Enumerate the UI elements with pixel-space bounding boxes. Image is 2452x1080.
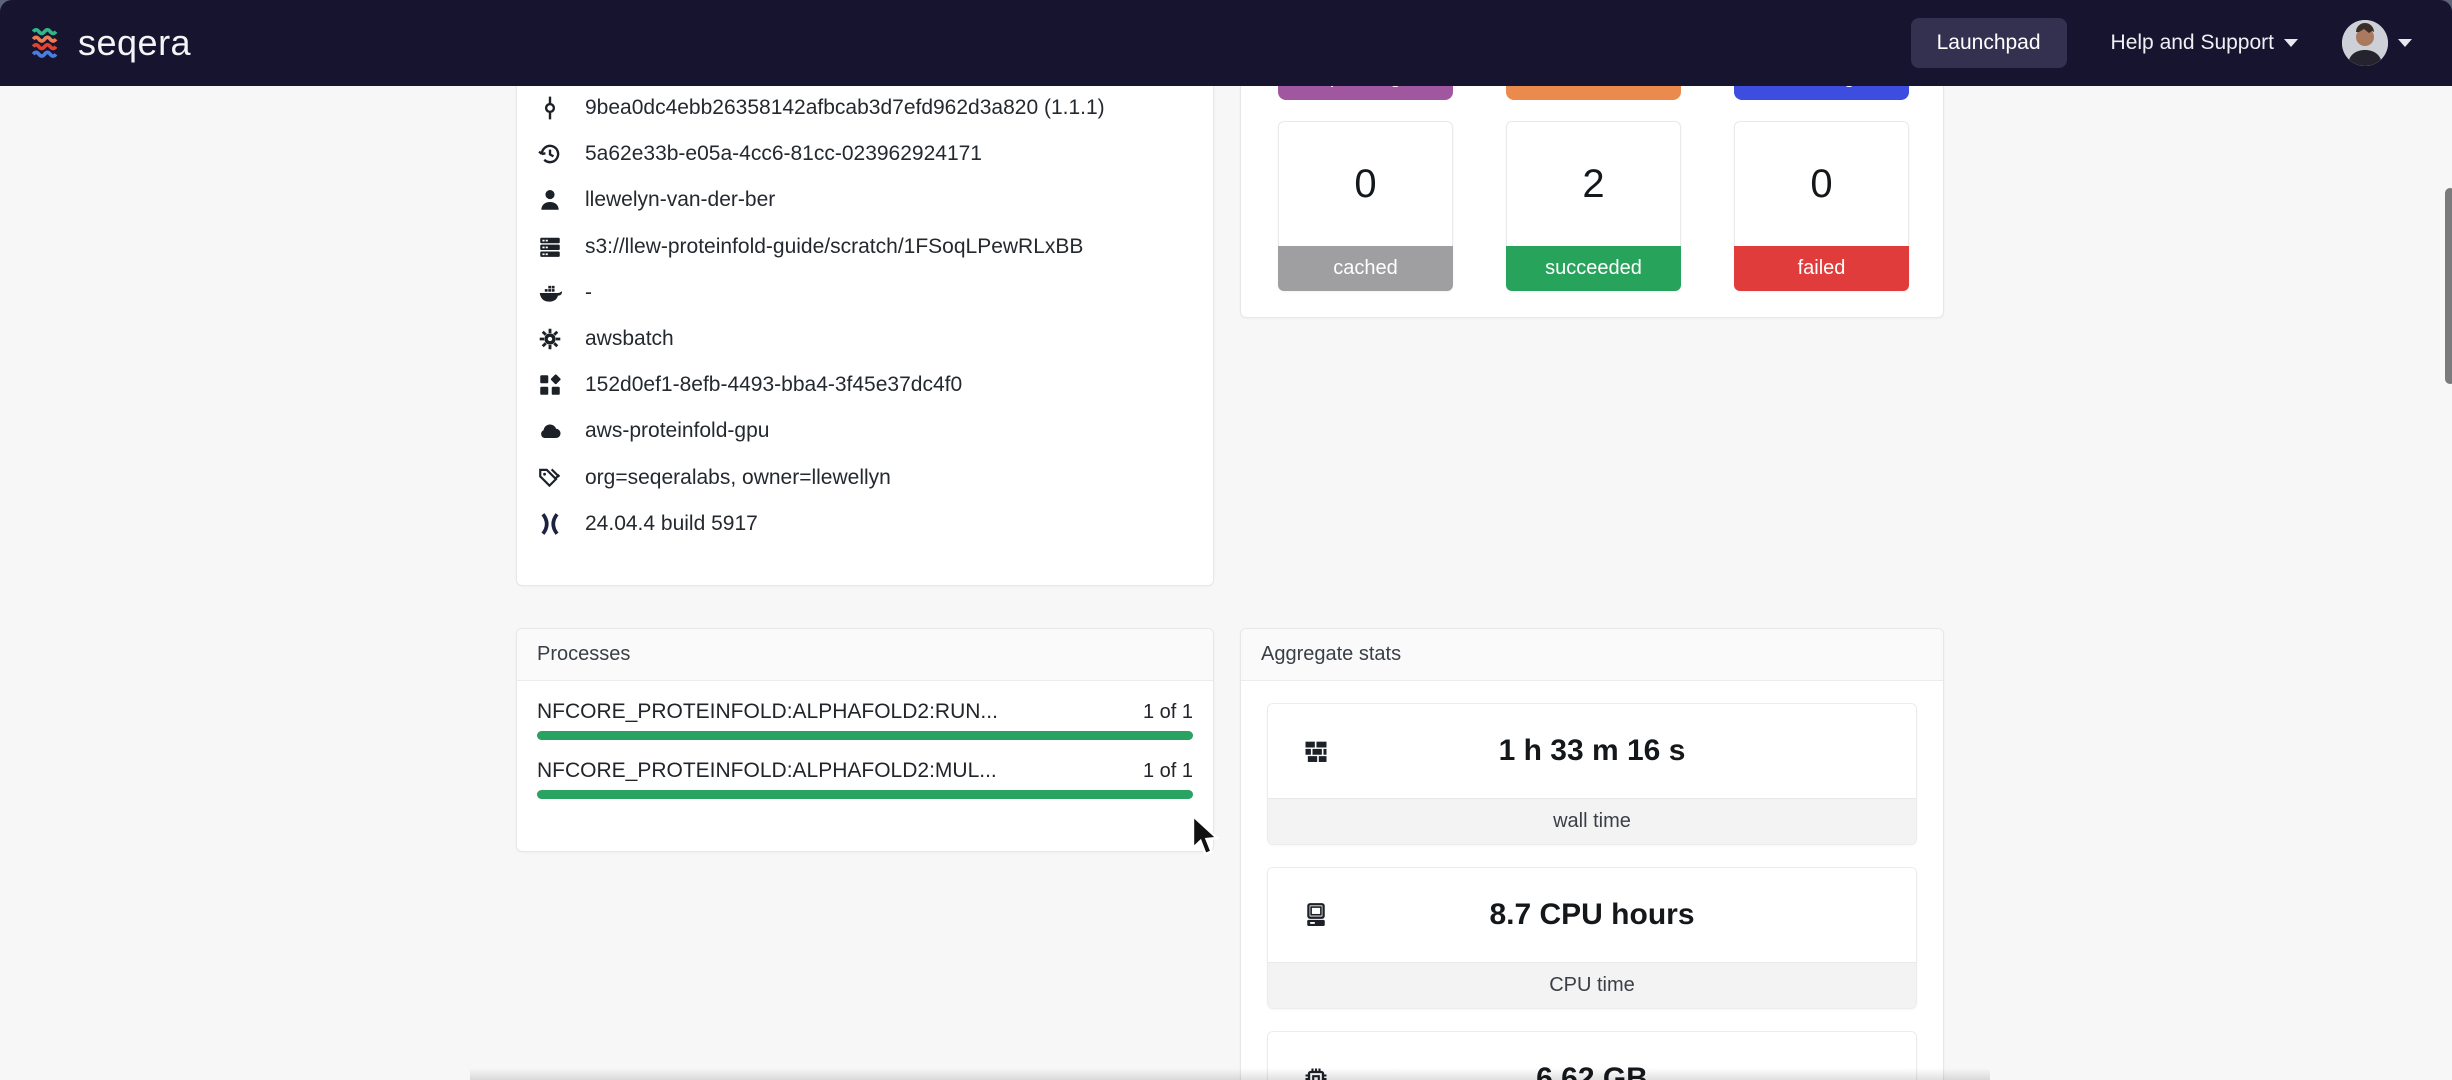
metadata-row: awsbatch: [537, 316, 1193, 362]
stat-card-cpu-time: 8.7 CPU hours CPU time: [1267, 867, 1917, 1009]
metadata-row: aws-proteinfold-gpu: [537, 408, 1193, 454]
tags-icon: [537, 465, 563, 491]
metadata-row: org=seqeralabs, owner=llewellyn: [537, 455, 1193, 501]
window-bottom-shadow: [470, 1068, 1990, 1080]
vertical-scrollbar-thumb[interactable]: [2445, 188, 2452, 384]
user-icon: [537, 187, 563, 213]
workdir-value: s3://llew-proteinfold-guide/scratch/1FSo…: [585, 235, 1083, 259]
labels-value: org=seqeralabs, owner=llewellyn: [585, 466, 891, 490]
avatar-image: [2342, 20, 2388, 66]
computer-icon: [1302, 901, 1330, 929]
compute-env-id-value: 152d0ef1-8efb-4493-bba4-3f45e37dc4f0: [585, 373, 962, 397]
avatar: [2342, 20, 2388, 66]
process-name: NFCORE_PROTEINFOLD:ALPHAFOLD2:MUL...: [537, 759, 997, 783]
help-and-support-menu[interactable]: Help and Support: [2111, 31, 2298, 55]
status-label: failed: [1798, 257, 1846, 280]
metadata-row: -: [537, 270, 1193, 316]
nextflow-version-value: 24.04.4 build 5917: [585, 512, 758, 536]
aggregate-stats-card: Aggregate stats 1 h 33 m 16 s wall time …: [1240, 628, 1944, 1080]
status-bar-label: submitted: [1550, 86, 1637, 89]
progress-track: [537, 790, 1193, 799]
succeeded-count: 2: [1506, 121, 1681, 246]
status-bar-label: pending: [1330, 86, 1401, 89]
executor-value: awsbatch: [585, 327, 674, 351]
status-bar-running[interactable]: running: [1734, 86, 1909, 100]
bricks-icon: [1302, 737, 1330, 765]
server-icon: [537, 234, 563, 260]
metadata-row: 9bea0dc4ebb26358142afbcab3d7efd962d3a820…: [537, 86, 1193, 131]
metadata-row: 24.04.4 build 5917: [537, 501, 1193, 547]
status-bars-clipped: pending submitted running: [1241, 86, 1943, 100]
process-count: 1 of 1: [1143, 760, 1193, 783]
user-menu[interactable]: [2342, 20, 2412, 66]
help-and-support-label: Help and Support: [2111, 31, 2274, 55]
failed-count: 0: [1734, 121, 1909, 246]
metadata-row: 152d0ef1-8efb-4493-bba4-3f45e37dc4f0: [537, 362, 1193, 408]
launchpad-button[interactable]: Launchpad: [1911, 18, 2067, 68]
stat-card-wall-time: 1 h 33 m 16 s wall time: [1267, 703, 1917, 845]
container-value: -: [585, 281, 592, 305]
process-row[interactable]: NFCORE_PROTEINFOLD:ALPHAFOLD2:RUN... 1 o…: [537, 695, 1193, 740]
metadata-row: 5a62e33b-e05a-4cc6-81cc-023962924171: [537, 131, 1193, 177]
cloud-icon: [537, 418, 563, 444]
failed-label: failed: [1734, 246, 1909, 291]
status-card-cached[interactable]: 0 cached: [1278, 121, 1453, 291]
top-navbar: seqera Launchpad Help and Support: [0, 0, 2452, 86]
compute-env-name-value: aws-proteinfold-gpu: [585, 419, 769, 443]
status-label: cached: [1333, 257, 1398, 280]
history-icon: [537, 141, 563, 167]
process-count: 1 of 1: [1143, 701, 1193, 724]
cpu-time-label: CPU time: [1268, 962, 1916, 1008]
commit-id-value: 9bea0dc4ebb26358142afbcab3d7efd962d3a820…: [585, 96, 1105, 120]
app-window: seqera Launchpad Help and Support: [0, 0, 2452, 1080]
wall-time-label: wall time: [1268, 798, 1916, 844]
docker-icon: [537, 280, 563, 306]
process-name: NFCORE_PROTEINFOLD:ALPHAFOLD2:RUN...: [537, 700, 998, 724]
git-commit-icon: [537, 95, 563, 121]
seqera-logo-icon: [28, 26, 64, 60]
progress-bar: [537, 790, 1193, 799]
run-metadata-card: 9bea0dc4ebb26358142afbcab3d7efd962d3a820…: [516, 86, 1214, 586]
status-card-failed[interactable]: 0 failed: [1734, 121, 1909, 291]
status-card-succeeded[interactable]: 2 succeeded: [1506, 121, 1681, 291]
launch-user-value: llewelyn-van-der-ber: [585, 188, 775, 212]
tasks-status-card: pending submitted running 0 cached 2 suc…: [1240, 86, 1944, 318]
cached-label: cached: [1278, 246, 1453, 291]
session-id-value: 5a62e33b-e05a-4cc6-81cc-023962924171: [585, 142, 982, 166]
gear-icon: [537, 326, 563, 352]
nextflow-icon: [537, 511, 563, 537]
brand-name: seqera: [78, 22, 191, 64]
status-bar-submitted[interactable]: submitted: [1506, 86, 1681, 100]
wall-time-value: 1 h 33 m 16 s: [1499, 734, 1686, 768]
cpu-time-value: 8.7 CPU hours: [1489, 898, 1694, 932]
status-label: succeeded: [1545, 257, 1642, 280]
processes-header: Processes: [517, 629, 1213, 681]
succeeded-label: succeeded: [1506, 246, 1681, 291]
cached-count: 0: [1278, 121, 1453, 246]
apps-icon: [537, 372, 563, 398]
metadata-row: s3://llew-proteinfold-guide/scratch/1FSo…: [537, 224, 1193, 270]
chevron-down-icon: [2398, 39, 2412, 47]
process-row[interactable]: NFCORE_PROTEINFOLD:ALPHAFOLD2:MUL... 1 o…: [537, 754, 1193, 799]
progress-track: [537, 731, 1193, 740]
status-bar-pending[interactable]: pending: [1278, 86, 1453, 100]
main-content: 9bea0dc4ebb26358142afbcab3d7efd962d3a820…: [0, 86, 2452, 1080]
processes-card: Processes NFCORE_PROTEINFOLD:ALPHAFOLD2:…: [516, 628, 1214, 852]
status-bar-label: running: [1788, 86, 1855, 89]
aggregate-stats-header: Aggregate stats: [1241, 629, 1943, 681]
progress-bar: [537, 731, 1193, 740]
metadata-row: llewelyn-van-der-ber: [537, 177, 1193, 223]
seqera-logo[interactable]: seqera: [28, 22, 191, 64]
chevron-down-icon: [2284, 39, 2298, 47]
